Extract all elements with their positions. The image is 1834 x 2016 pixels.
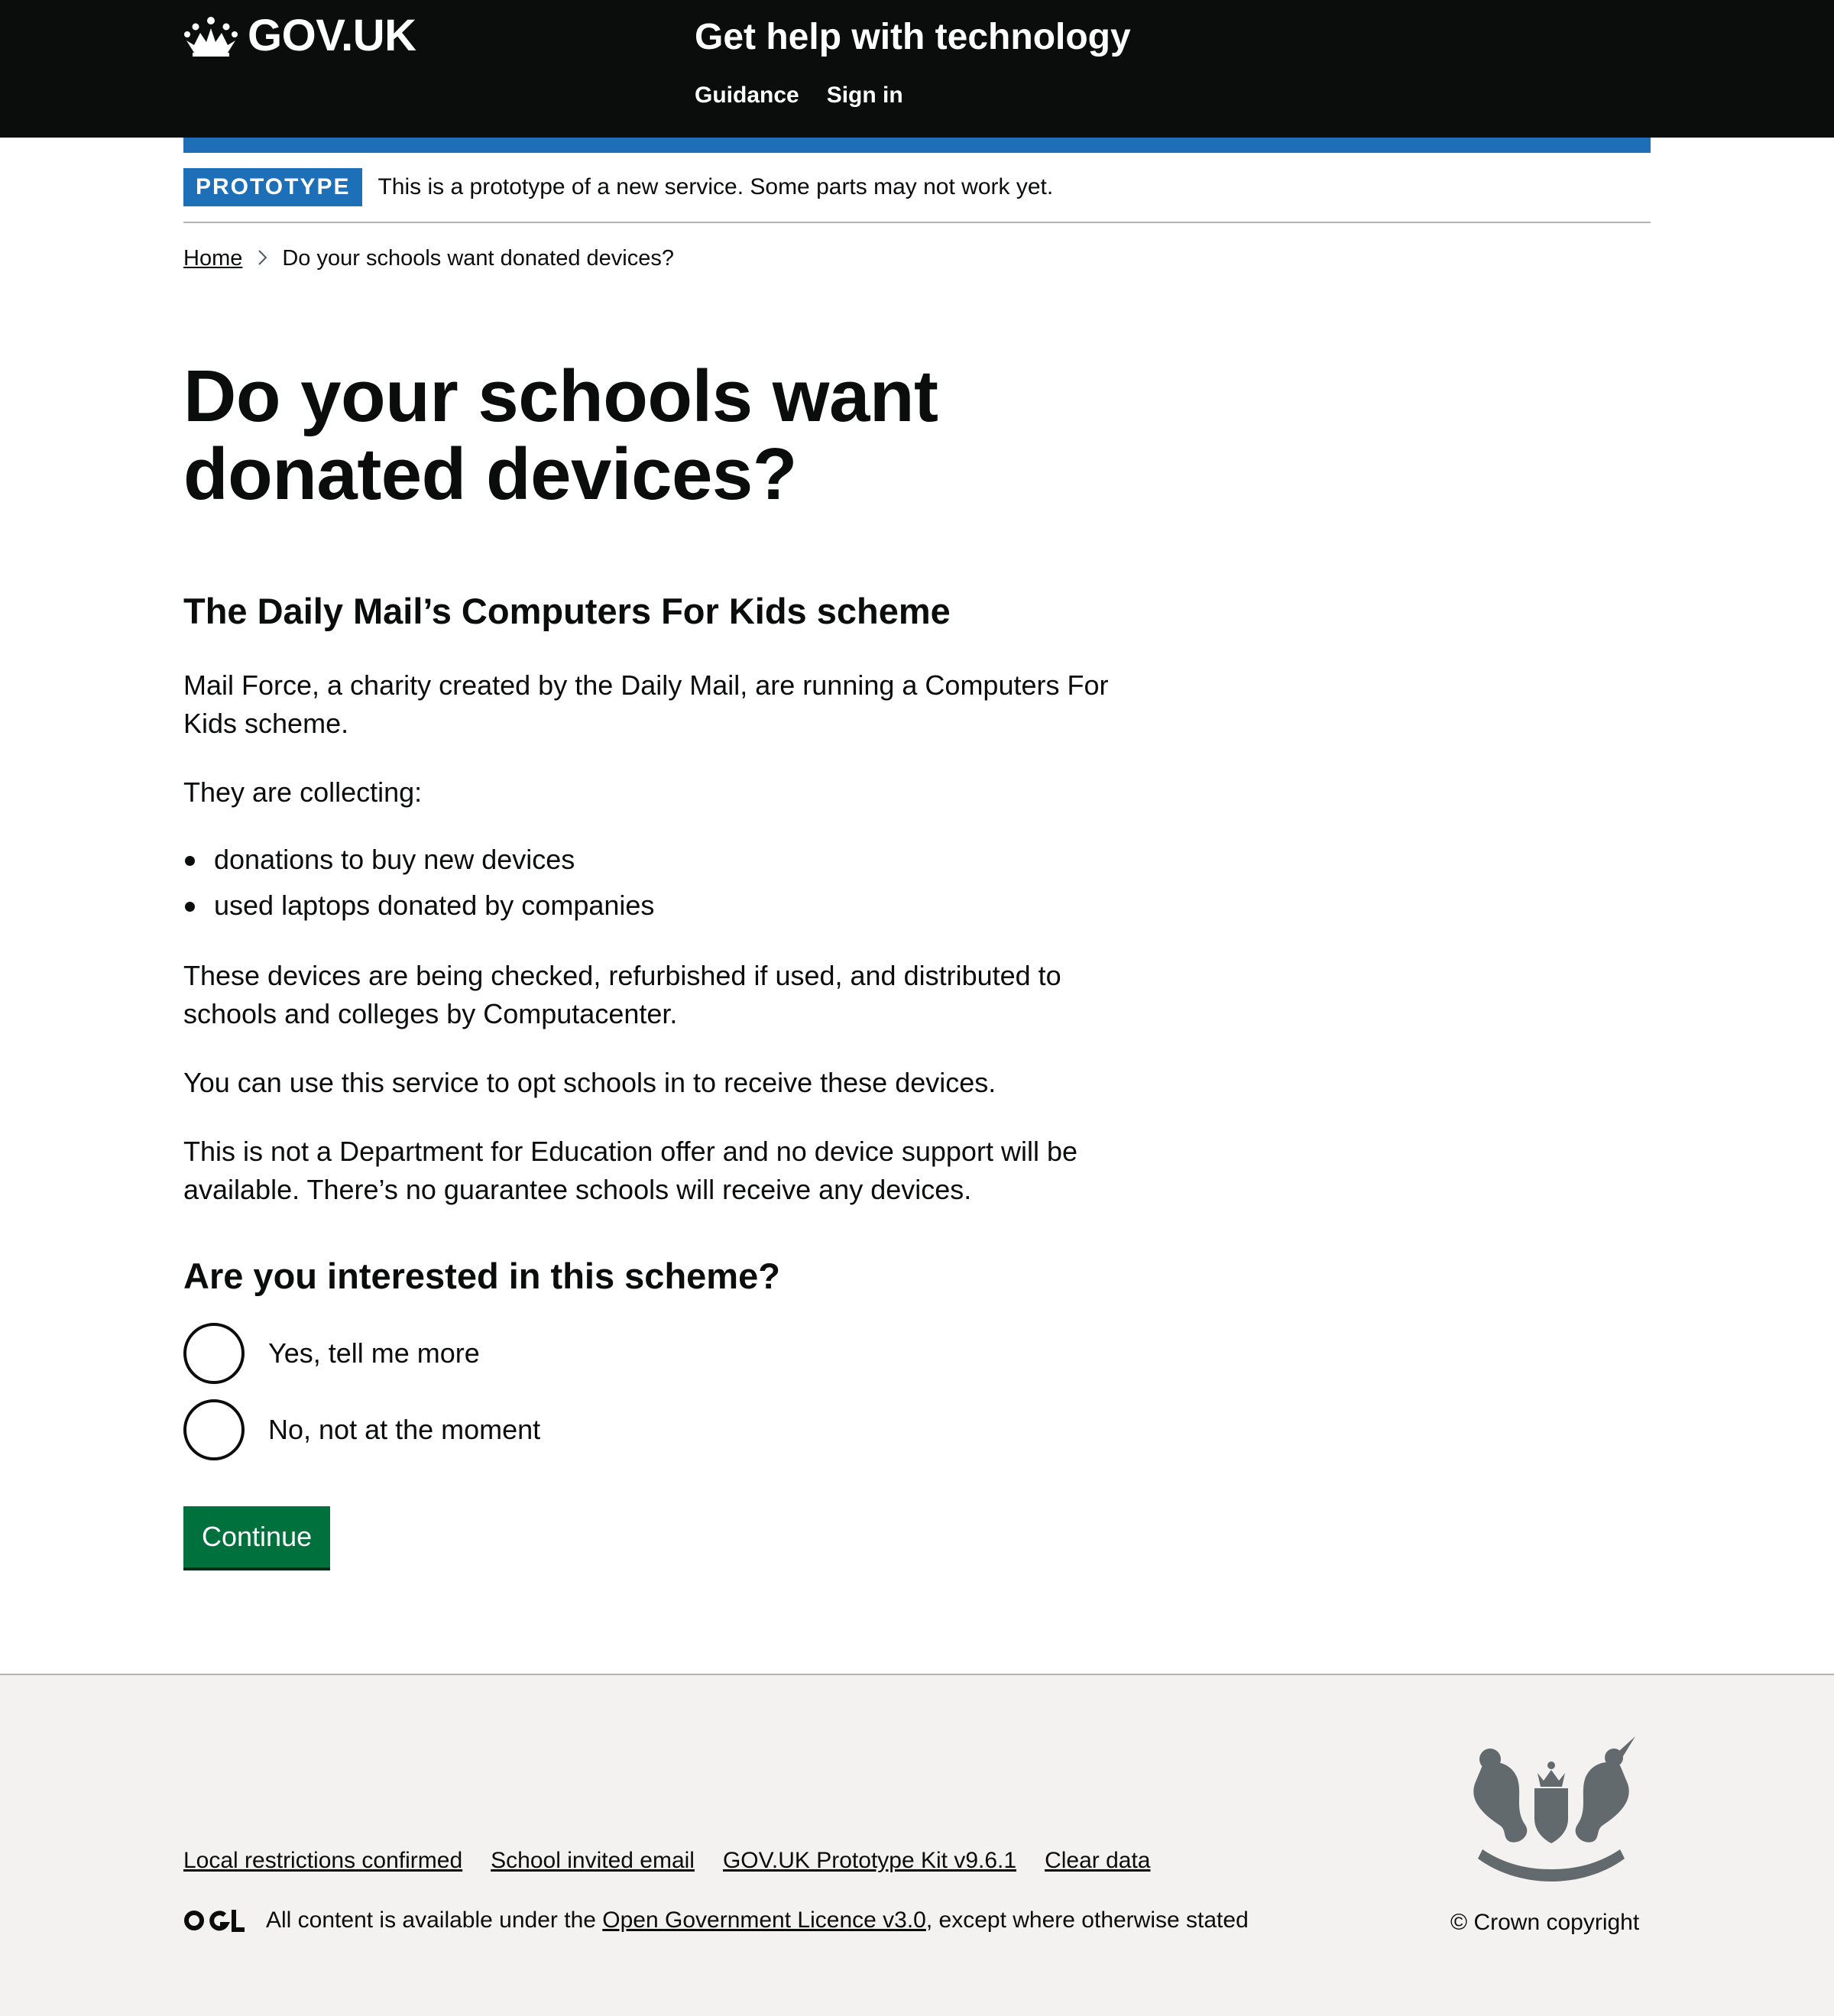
nav-sign-in[interactable]: Sign in — [827, 83, 903, 109]
footer-link-local-restrictions[interactable]: Local restrictions confirmed — [183, 1848, 462, 1874]
licence-prefix: All content is available under the — [266, 1907, 603, 1933]
ogl-logo-icon — [184, 1910, 245, 1932]
list-item: donations to buy new devices — [183, 841, 654, 879]
header-nav: Guidance Sign in — [695, 83, 903, 109]
collecting-list: donations to buy new devices used laptop… — [183, 841, 654, 932]
radio-no-input[interactable] — [183, 1399, 245, 1460]
interest-question: Are you interested in this scheme? — [183, 1256, 780, 1296]
page-title: Do your schools want donated devices? — [183, 355, 938, 515]
licence-link[interactable]: Open Government Licence v3.0 — [602, 1907, 926, 1933]
footer-links: Local restrictions confirmed School invi… — [183, 1848, 1150, 1874]
crown-icon — [184, 17, 238, 57]
royal-coat-of-arms-icon — [1473, 1736, 1635, 1881]
service-name-link[interactable]: Get help with technology — [695, 15, 1131, 60]
continue-button[interactable]: Continue — [183, 1506, 331, 1567]
radio-yes-label[interactable]: Yes, tell me more — [268, 1337, 480, 1369]
licence-statement: All content is available under the Open … — [183, 1907, 1249, 1933]
licence-suffix: , except where otherwise stated — [925, 1907, 1249, 1933]
radio-option-yes[interactable]: Yes, tell me more — [183, 1323, 480, 1384]
header-blue-bar — [183, 138, 1651, 153]
footer-link-prototype-kit[interactable]: GOV.UK Prototype Kit v9.6.1 — [723, 1848, 1016, 1874]
distribution-paragraph: These devices are being checked, refurbi… — [183, 960, 1061, 1029]
disclaimer-paragraph: This is not a Department for Education o… — [183, 1136, 1077, 1205]
footer-link-school-invited-email[interactable]: School invited email — [491, 1848, 695, 1874]
breadcrumb-current: Do your schools want donated devices? — [282, 246, 674, 271]
chevron-right-icon — [258, 247, 268, 271]
list-item: used laptops donated by companies — [183, 886, 654, 925]
radio-option-no[interactable]: No, not at the moment — [183, 1399, 540, 1460]
footer-link-clear-data[interactable]: Clear data — [1045, 1848, 1150, 1874]
prototype-tag: PROTOTYPE — [183, 168, 363, 206]
phase-banner-text: This is a prototype of a new service. So… — [377, 174, 1054, 199]
radio-yes-input[interactable] — [183, 1323, 245, 1384]
logo-text: GOV.UK — [248, 11, 416, 60]
radio-no-label[interactable]: No, not at the moment — [268, 1414, 540, 1446]
nav-guidance[interactable]: Guidance — [695, 83, 799, 109]
breadcrumb-home[interactable]: Home — [183, 246, 242, 271]
phase-banner: PROTOTYPE This is a prototype of a new s… — [183, 168, 1651, 223]
crown-copyright-link[interactable]: © Crown copyright — [1450, 1907, 1639, 1938]
scheme-heading: The Daily Mail’s Computers For Kids sche… — [183, 591, 951, 631]
govuk-logo-link[interactable]: GOV.UK — [183, 14, 416, 58]
breadcrumb: Home Do your schools want donated device… — [183, 246, 674, 271]
intro-paragraph: Mail Force, a charity created by the Dai… — [183, 669, 1109, 739]
opt-in-paragraph: You can use this service to opt schools … — [183, 1067, 996, 1098]
collecting-paragraph: They are collecting: — [183, 776, 423, 808]
site-header: GOV.UK Get help with technology Guidance… — [0, 0, 1834, 138]
